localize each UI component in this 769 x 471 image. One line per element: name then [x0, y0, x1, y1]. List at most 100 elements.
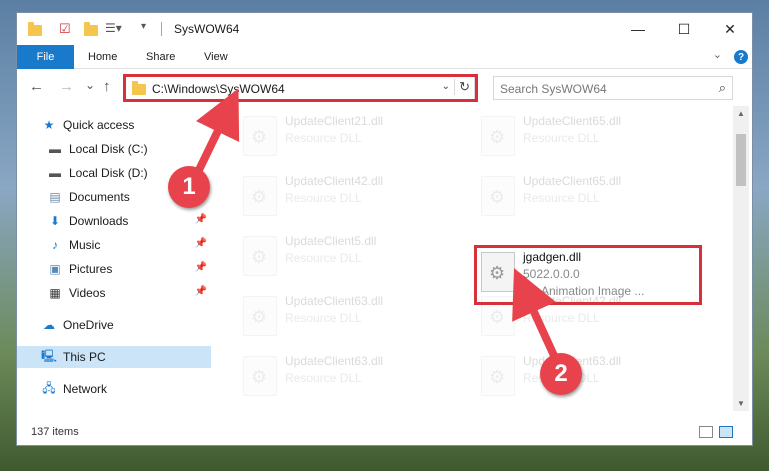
file-list: UpdateClient21.dll Resource DLL UpdateCl…	[223, 106, 733, 411]
large-icons-view-icon[interactable]	[719, 426, 733, 438]
maximize-button[interactable]: ☐	[661, 13, 707, 45]
file-item[interactable]: UpdateClient65.dll Resource DLL	[477, 170, 697, 222]
pin-icon[interactable]: 📌	[195, 262, 207, 273]
file-name: UpdateClient42.dll	[285, 174, 384, 188]
forward-button[interactable]: →	[59, 78, 74, 95]
drive-icon: ▬	[49, 142, 61, 156]
sidebar-item-label: Videos	[69, 286, 106, 300]
downloads-icon: ⬇	[49, 214, 61, 228]
file-type: Resource DLL	[285, 311, 362, 325]
file-type: Resource DLL	[285, 371, 362, 385]
scrollbar-thumb[interactable]	[736, 134, 746, 186]
sidebar-item-videos[interactable]: ▦ Videos 📌	[47, 282, 211, 304]
new-folder-icon[interactable]	[83, 21, 99, 37]
file-item[interactable]: UpdateClient5.dll Resource DLL	[239, 230, 459, 282]
navigation-pane: ★ Quick access ▬ Local Disk (C:) ▬ Local…	[17, 106, 215, 411]
sidebar-item-network[interactable]: 🖧 Network	[41, 378, 211, 400]
pin-icon[interactable]: 📌	[195, 286, 207, 297]
documents-icon: ▤	[49, 190, 61, 204]
navigation-bar: ← → ⌄ ↑ C:\Windows\SysWOW64 ⌄ ↻ Search S…	[17, 70, 752, 106]
step-badge-1: 1	[168, 166, 210, 208]
network-icon: 🖧	[42, 380, 56, 395]
computer-icon: 🖳	[41, 348, 58, 363]
file-type: Resource DLL	[285, 131, 362, 145]
back-button[interactable]: ←	[29, 78, 44, 95]
minimize-button[interactable]: —	[615, 13, 661, 45]
vertical-scrollbar[interactable]: ▲ ▼	[733, 106, 749, 411]
file-item[interactable]: UpdateClient63.dll Resource DLL	[239, 290, 459, 342]
sidebar-item-label: This PC	[63, 350, 106, 364]
pin-icon[interactable]: 📌	[195, 238, 207, 249]
file-highlight-box	[474, 245, 702, 305]
tab-home[interactable]: Home	[88, 45, 117, 69]
pin-icon[interactable]: 📌	[195, 214, 207, 225]
expand-ribbon-icon[interactable]: ⌄	[713, 48, 722, 61]
sidebar-item-quick-access[interactable]: ★ Quick access	[41, 114, 211, 136]
toolbar-dropdown-icon[interactable]: ▾	[141, 21, 157, 37]
customize-toolbar-icon[interactable]: ☰▾	[105, 21, 122, 37]
file-item[interactable]: UpdateClient21.dll Resource DLL	[239, 110, 459, 162]
music-icon: ♪	[52, 238, 58, 252]
properties-icon[interactable]: ☑	[59, 21, 75, 37]
close-button[interactable]: ✕	[707, 13, 753, 45]
search-input[interactable]: Search SysWOW64 ⌕	[493, 76, 733, 100]
sidebar-item-label: Quick access	[63, 118, 135, 132]
file-name: UpdateClient65.dll	[523, 174, 622, 188]
file-item[interactable]: UpdateClient63.dll Resource DLL	[239, 350, 459, 402]
help-button[interactable]: ?	[734, 50, 748, 64]
sidebar-item-label: Music	[69, 238, 101, 252]
drive-icon: ▬	[49, 166, 61, 180]
file-item[interactable]: UpdateClient65.dll Resource DLL	[477, 110, 697, 162]
search-icon[interactable]: ⌕	[719, 80, 726, 96]
file-name: UpdateClient65.dll	[523, 114, 622, 128]
videos-icon: ▦	[49, 286, 61, 300]
window-title: SysWOW64	[174, 22, 240, 36]
sidebar-item-onedrive[interactable]: ☁ OneDrive	[41, 314, 211, 336]
sidebar-item-label: Network	[63, 382, 108, 396]
step-badge-2: 2	[540, 353, 582, 395]
details-view-icon[interactable]	[699, 426, 713, 438]
title-bar: ☑ ☰▾ ▾ SysWOW64 — ☐ ✕	[17, 13, 752, 45]
file-name: UpdateClient5.dll	[285, 234, 377, 248]
sidebar-item-downloads[interactable]: ⬇ Downloads 📌	[47, 210, 211, 232]
file-item[interactable]: UpdateClient42.dll Resource DLL	[239, 170, 459, 222]
sidebar-item-label: Downloads	[69, 214, 129, 228]
dll-file-icon	[481, 116, 515, 156]
sidebar-item-pictures[interactable]: ▣ Pictures 📌	[47, 258, 211, 280]
sidebar-item-label: Documents	[69, 190, 130, 204]
folder-icon	[27, 21, 43, 37]
star-icon: ★	[43, 118, 55, 132]
dll-file-icon	[243, 356, 277, 396]
scroll-up-icon[interactable]: ▲	[737, 109, 745, 118]
status-bar: 137 items	[17, 421, 752, 445]
file-type: Resource DLL	[285, 251, 362, 265]
sidebar-item-music[interactable]: ♪ Music 📌	[47, 234, 211, 256]
dll-file-icon	[481, 356, 515, 396]
file-type: Resource DLL	[523, 131, 600, 145]
up-button[interactable]: ↑	[103, 78, 111, 95]
file-name: UpdateClient21.dll	[285, 114, 384, 128]
dll-file-icon	[243, 116, 277, 156]
explorer-window: ☑ ☰▾ ▾ SysWOW64 — ☐ ✕ File Home Share Vi…	[16, 12, 753, 446]
file-item[interactable]: UpdateClient63.dll Resource DLL	[477, 350, 697, 402]
recent-locations-button[interactable]: ⌄	[85, 78, 95, 92]
file-name: UpdateClient63.dll	[285, 294, 384, 308]
file-type: Resource DLL	[523, 191, 600, 205]
sidebar-item-label: OneDrive	[63, 318, 114, 332]
file-name: UpdateClient63.dll	[285, 354, 384, 368]
pictures-icon: ▣	[49, 262, 61, 276]
cloud-icon: ☁	[43, 318, 55, 332]
sidebar-item-local-disk-c[interactable]: ▬ Local Disk (C:)	[47, 138, 211, 160]
scroll-down-icon[interactable]: ▼	[737, 399, 745, 408]
dll-file-icon	[243, 236, 277, 276]
sidebar-item-this-pc[interactable]: 🖳 This PC	[17, 346, 211, 368]
tab-file[interactable]: File	[17, 45, 74, 69]
tab-share[interactable]: Share	[146, 45, 175, 69]
address-highlight-box	[123, 74, 478, 102]
dll-file-icon	[243, 176, 277, 216]
title-separator	[161, 22, 162, 36]
tab-view[interactable]: View	[204, 45, 228, 69]
search-placeholder: Search SysWOW64	[500, 82, 607, 96]
ribbon-tabs: File Home Share View ⌄ ?	[17, 45, 752, 69]
sidebar-item-label: Local Disk (D:)	[69, 166, 148, 180]
